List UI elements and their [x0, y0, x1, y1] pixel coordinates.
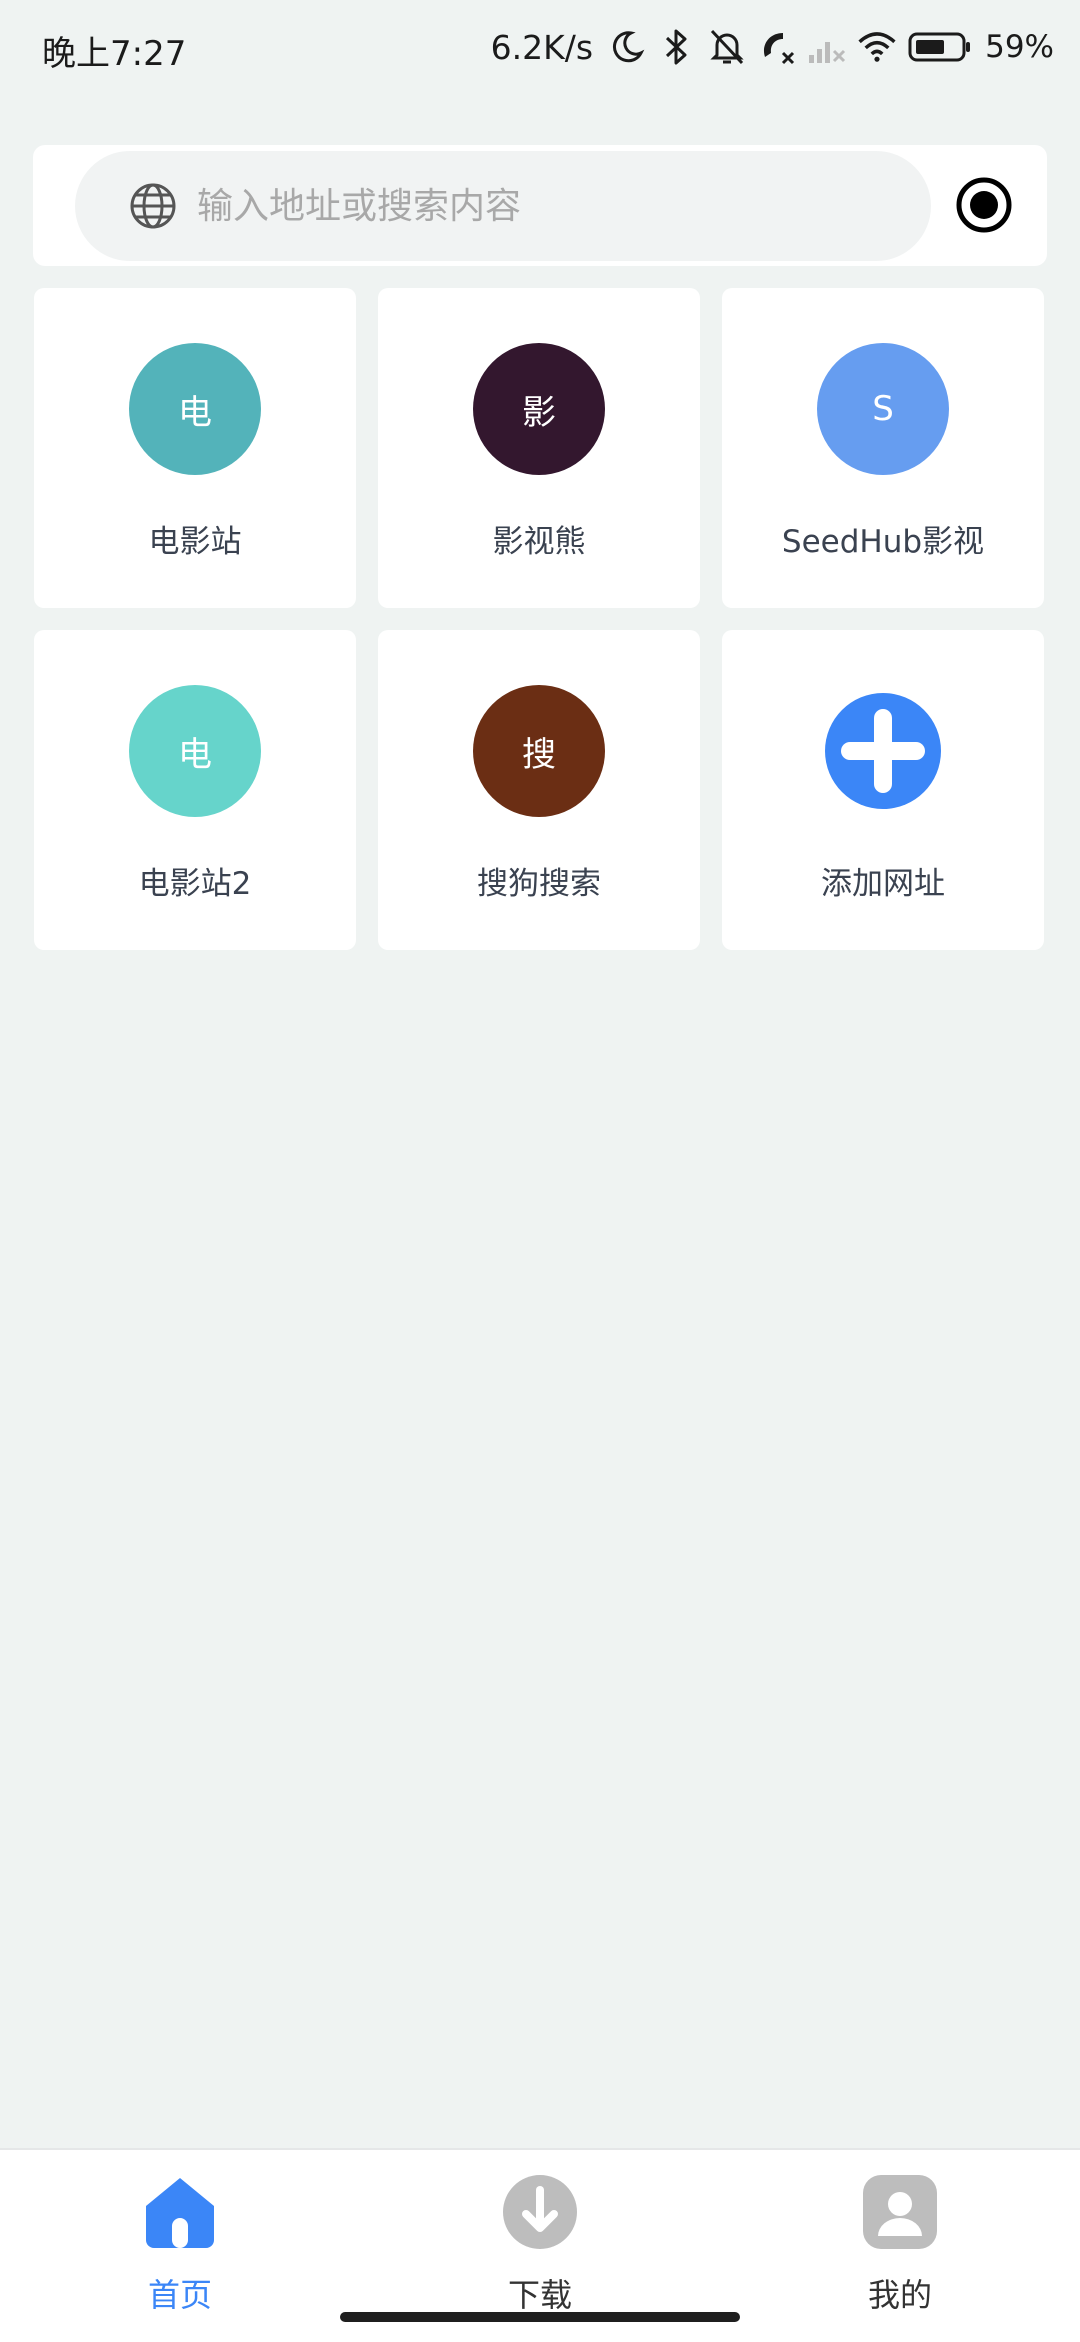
battery-icon	[907, 25, 973, 69]
tile-label: 搜狗搜索	[477, 866, 601, 902]
home-indicator[interactable]	[340, 2312, 740, 2322]
tile-label: 电影站2	[138, 866, 252, 902]
bluetooth-icon	[657, 25, 697, 69]
search-field[interactable]	[75, 151, 931, 261]
site-avatar: S	[817, 343, 949, 475]
shortcut-tile-dianyingzhan2[interactable]: 电 电影站2	[34, 630, 356, 950]
status-bar: 晚上7:27 6.2K/s 59%	[0, 0, 1080, 100]
search-bar	[33, 145, 1047, 266]
battery-percent: 59%	[985, 29, 1054, 65]
call-off-icon	[757, 25, 797, 69]
network-speed: 6.2K/s	[490, 27, 594, 67]
site-avatar: 搜	[473, 685, 605, 817]
site-avatar: 电	[129, 343, 261, 475]
nav-home[interactable]: 首页	[80, 2164, 280, 2314]
status-time: 晚上7:27	[42, 34, 187, 74]
record-icon[interactable]	[954, 175, 1014, 235]
add-url-tile[interactable]: 添加网址	[722, 630, 1044, 950]
shortcut-tile-sogou[interactable]: 搜 搜狗搜索	[378, 630, 700, 950]
moon-icon	[607, 25, 647, 69]
profile-icon	[862, 2174, 938, 2250]
site-avatar: 电	[129, 685, 261, 817]
nav-label: 下载	[507, 2276, 572, 2314]
bell-off-icon	[707, 25, 747, 69]
plus-icon	[817, 685, 949, 817]
shortcut-tile-seedhub[interactable]: S SeedHub影视	[722, 288, 1044, 608]
home-icon	[142, 2174, 218, 2250]
tile-label: 添加网址	[821, 866, 945, 902]
status-icons: 6.2K/s 59%	[491, 22, 1054, 72]
tile-label: SeedHub影视	[781, 524, 985, 560]
shortcut-tile-dianyingzhan[interactable]: 电 电影站	[34, 288, 356, 608]
nav-download[interactable]: 下载	[440, 2164, 640, 2314]
nav-label: 首页	[147, 2276, 212, 2314]
nav-profile[interactable]: 我的	[800, 2164, 1000, 2314]
search-input[interactable]	[195, 184, 849, 228]
tile-label: 影视熊	[492, 524, 586, 560]
site-avatar: 影	[473, 343, 605, 475]
nav-label: 我的	[867, 2276, 932, 2314]
shortcut-tile-yingshixiong[interactable]: 影 影视熊	[378, 288, 700, 608]
tile-label: 电影站	[148, 524, 242, 560]
download-icon	[502, 2174, 578, 2250]
signal-off-icon	[807, 25, 847, 69]
wifi-icon	[857, 25, 897, 69]
globe-icon	[129, 182, 177, 230]
